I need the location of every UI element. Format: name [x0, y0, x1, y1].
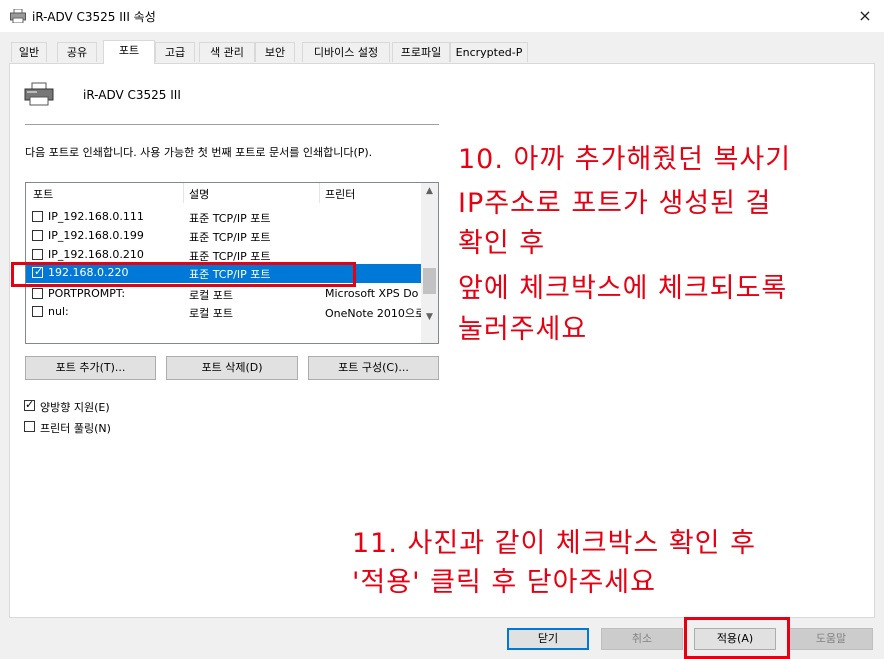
highlight-box	[684, 617, 790, 659]
scroll-up-icon[interactable]: ▲	[421, 183, 438, 200]
printer-name: iR-ADV C3525 III	[83, 88, 181, 102]
port-checkbox[interactable]	[32, 249, 43, 260]
pooling-checkbox[interactable]	[24, 421, 35, 432]
checkmark-icon: ✓	[25, 398, 35, 411]
column-header-port[interactable]: 포트	[33, 186, 53, 202]
tab-profile[interactable]: 프로파일	[392, 42, 450, 62]
annotation-line: 앞에 체크박스에 체크되도록	[458, 273, 788, 304]
close-button[interactable]: 닫기	[507, 628, 589, 650]
tab-sharing[interactable]: 공유	[57, 42, 97, 62]
port-checkbox[interactable]	[32, 288, 43, 299]
annotation-line: '적용' 클릭 후 닫아주세요	[352, 567, 656, 598]
annotation-line: 눌러주세요	[458, 314, 588, 345]
pooling-label[interactable]: 프린터 풀링(N)	[40, 420, 111, 436]
port-printer: OneNote 2010으로	[325, 307, 426, 320]
tab-color-management[interactable]: 색 관리	[199, 42, 255, 62]
port-row[interactable]: IP_192.168.0.199 표준 TCP/IP 포트	[26, 227, 421, 246]
port-printer: Microsoft XPS Do	[325, 287, 419, 300]
port-name: IP_192.168.0.210	[48, 248, 144, 261]
port-description: 표준 TCP/IP 포트	[189, 231, 271, 244]
annotation-line: 11. 사진과 같이 체크박스 확인 후	[352, 528, 756, 559]
configure-port-button[interactable]: 포트 구성(C)...	[308, 356, 439, 380]
port-row[interactable]: nul: 로컬 포트 OneNote 2010으로	[26, 303, 425, 322]
column-header-printer[interactable]: 프린터	[325, 186, 355, 202]
port-name: IP_192.168.0.111	[48, 210, 144, 223]
port-checkbox[interactable]	[32, 211, 43, 222]
tab-security[interactable]: 보안	[255, 42, 295, 62]
port-name: PORTPROMPT:	[48, 287, 126, 300]
annotation-line: 확인 후	[458, 228, 546, 259]
delete-port-button[interactable]: 포트 삭제(D)	[166, 356, 298, 380]
help-button[interactable]: 도움말	[789, 628, 873, 650]
port-name: IP_192.168.0.199	[48, 229, 144, 242]
column-divider	[319, 183, 320, 203]
tab-general[interactable]: 일반	[11, 42, 47, 62]
tab-advanced[interactable]: 고급	[155, 42, 195, 62]
port-description: 로컬 포트	[189, 289, 233, 302]
printer-large-icon	[24, 82, 54, 106]
port-description: 로컬 포트	[189, 307, 233, 320]
add-port-button[interactable]: 포트 추가(T)...	[25, 356, 156, 380]
scroll-down-icon[interactable]: ▼	[421, 309, 438, 326]
instruction-text: 다음 포트로 인쇄합니다. 사용 가능한 첫 번째 포트로 문서를 인쇄합니다(…	[25, 146, 373, 159]
port-row[interactable]: IP_192.168.0.111 표준 TCP/IP 포트	[26, 208, 421, 227]
printer-icon	[10, 8, 26, 24]
window-title: iR-ADV C3525 III 속성	[32, 10, 156, 24]
tab-encrypted[interactable]: Encrypted-P	[450, 42, 528, 62]
bidirectional-label[interactable]: 양방향 지원(E)	[40, 399, 110, 415]
scroll-thumb[interactable]	[423, 268, 436, 294]
port-checkbox[interactable]	[32, 230, 43, 241]
close-icon[interactable]: ×	[846, 0, 884, 32]
port-description: 표준 TCP/IP 포트	[189, 212, 271, 225]
divider	[25, 124, 439, 125]
annotation-line: 10. 아까 추가해줬던 복사기	[458, 144, 792, 175]
highlight-box	[11, 262, 356, 287]
column-header-description[interactable]: 설명	[189, 186, 209, 202]
port-name: nul:	[48, 305, 69, 318]
port-row[interactable]: PORTPROMPT: 로컬 포트 Microsoft XPS Do	[26, 285, 421, 304]
tab-ports[interactable]: 포트	[103, 40, 155, 64]
tab-device-settings[interactable]: 디바이스 설정	[302, 42, 390, 62]
annotation-line: IP주소로 포트가 생성된 걸	[458, 188, 772, 219]
column-divider	[183, 183, 184, 203]
cancel-button[interactable]: 취소	[601, 628, 683, 650]
bidirectional-checkbox[interactable]: ✓	[24, 398, 35, 411]
port-checkbox[interactable]	[32, 306, 43, 317]
